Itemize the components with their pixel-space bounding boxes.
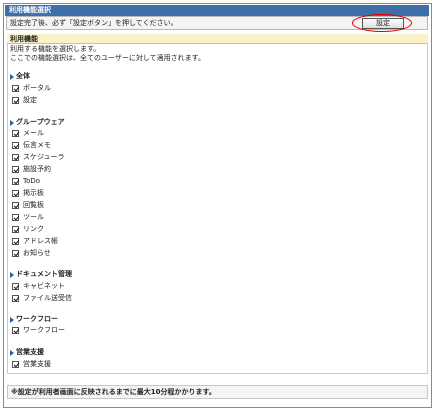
- feature-item-mail[interactable]: メール: [12, 129, 44, 138]
- feature-item-address-book[interactable]: アドレス帳: [12, 237, 58, 246]
- triangle-bullet-icon: [10, 119, 14, 126]
- feature-item-facility[interactable]: 施設予約: [12, 165, 51, 174]
- checkbox-checked[interactable]: [12, 85, 19, 92]
- triangle-bullet-icon: [10, 271, 14, 278]
- checkbox-checked[interactable]: [12, 283, 19, 290]
- checkbox-checked[interactable]: [12, 142, 19, 149]
- group-title-sales: 営業支援: [10, 348, 44, 357]
- triangle-bullet-icon: [10, 316, 14, 323]
- feature-item-link[interactable]: リンク: [12, 225, 44, 234]
- feature-item-memo[interactable]: 伝言メモ: [12, 141, 51, 150]
- feature-item-sales[interactable]: 営業支援: [12, 360, 51, 369]
- checkbox-checked[interactable]: [12, 202, 19, 209]
- checkbox-checked[interactable]: [12, 154, 19, 161]
- checkbox-checked[interactable]: [12, 178, 19, 185]
- checkbox-checked[interactable]: [12, 130, 19, 137]
- feature-item-circular[interactable]: 回覧板: [12, 201, 44, 210]
- feature-item-scheduler[interactable]: スケジューラ: [12, 153, 65, 162]
- checkbox-checked[interactable]: [12, 97, 19, 104]
- feature-item-todo[interactable]: ToDo: [12, 177, 40, 186]
- checkbox-checked[interactable]: [12, 166, 19, 173]
- checkbox-checked[interactable]: [12, 214, 19, 221]
- checkbox-checked[interactable]: [12, 250, 19, 257]
- group-title-groupware: グループウェア: [10, 118, 65, 127]
- feature-item-cabinet[interactable]: キャビネット: [12, 282, 65, 291]
- feature-item-tools[interactable]: ツール: [12, 213, 44, 222]
- footer-note: ※設定が利用者画面に反映されるまでに最大10分程かかります。: [7, 385, 428, 399]
- feature-item-bbs[interactable]: 掲示板: [12, 189, 44, 198]
- feature-item-settings[interactable]: 設定: [12, 96, 37, 105]
- checkbox-checked[interactable]: [12, 226, 19, 233]
- notice-text: 設定完了後、必ず「設定ボタン」を押してください。: [10, 19, 178, 27]
- set-button[interactable]: 設定: [362, 18, 404, 29]
- feature-item-portal[interactable]: ポータル: [12, 84, 51, 93]
- feature-panel: [7, 44, 428, 374]
- feature-item-workflow[interactable]: ワークフロー: [12, 326, 65, 335]
- group-title-document: ドキュメント管理: [10, 270, 72, 279]
- checkbox-checked[interactable]: [12, 190, 19, 197]
- triangle-bullet-icon: [10, 73, 14, 80]
- section-title: 利用機能: [7, 34, 428, 44]
- checkbox-checked[interactable]: [12, 295, 19, 302]
- section-description-note: ここでの機能選択は、全てのユーザーに対して適用されます。: [10, 54, 205, 62]
- checkbox-checked[interactable]: [12, 361, 19, 368]
- feature-item-notice[interactable]: お知らせ: [12, 249, 51, 258]
- checkbox-checked[interactable]: [12, 327, 19, 334]
- window-title: 利用機能選択: [5, 5, 429, 16]
- group-title-workflow: ワークフロー: [10, 315, 58, 324]
- group-title-general: 全体: [10, 72, 30, 81]
- triangle-bullet-icon: [10, 349, 14, 356]
- feature-item-file-transfer[interactable]: ファイル送受信: [12, 294, 72, 303]
- section-description: 利用する機能を選択します。: [10, 45, 101, 53]
- checkbox-checked[interactable]: [12, 238, 19, 245]
